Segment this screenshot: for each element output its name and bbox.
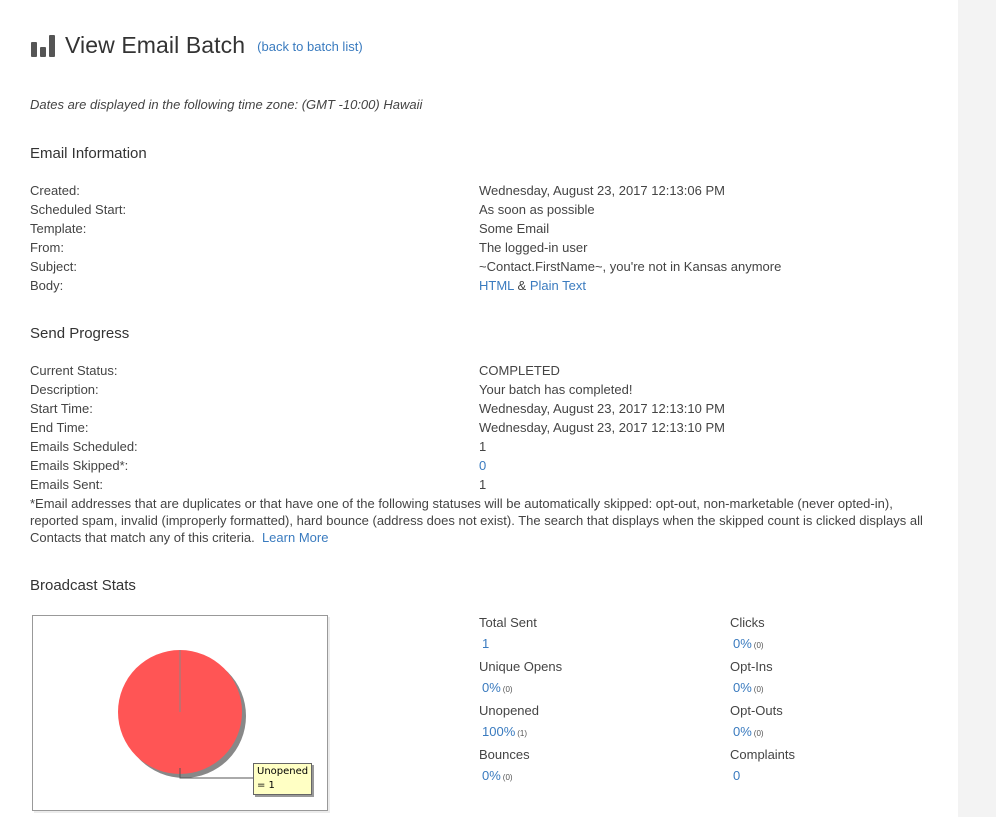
- info-label: Template:: [30, 221, 87, 236]
- stat-label: Unopened: [479, 703, 539, 718]
- info-value: Wednesday, August 23, 2017 12:13:06 PM: [479, 183, 725, 198]
- info-label: Scheduled Start:: [30, 202, 127, 217]
- stat-label: Unique Opens: [479, 659, 563, 674]
- progress-row-emails-sent: Emails Sent: 1: [30, 475, 950, 494]
- progress-row-current-status: Current Status: COMPLETED: [30, 361, 950, 380]
- progress-row-emails-scheduled: Emails Scheduled: 1: [30, 437, 950, 456]
- page-title: View Email Batch: [65, 31, 246, 58]
- info-value: HTML & Plain Text: [479, 276, 586, 295]
- progress-value: 1: [479, 477, 487, 492]
- stat-label: Total Sent: [479, 615, 537, 630]
- right-side-panel: [958, 0, 996, 817]
- progress-row-start-time: Start Time: Wednesday, August 23, 2017 1…: [30, 399, 950, 418]
- progress-row-end-time: End Time: Wednesday, August 23, 2017 12:…: [30, 418, 950, 437]
- progress-value: COMPLETED: [479, 363, 560, 378]
- skipped-footnote: *Email addresses that are duplicates or …: [30, 495, 930, 546]
- stat-count: (0): [502, 685, 513, 694]
- info-row-created: Created: Wednesday, August 23, 2017 12:1…: [30, 181, 950, 200]
- unique-opens-link[interactable]: 0%: [482, 680, 501, 695]
- stat-count: (0): [753, 641, 764, 650]
- stat-value-wrap: 0% (0): [482, 768, 513, 786]
- stat-count: (0): [502, 773, 513, 782]
- opt-outs-link[interactable]: 0%: [733, 724, 752, 739]
- info-value: The logged-in user: [479, 240, 588, 255]
- opt-ins-link[interactable]: 0%: [733, 680, 752, 695]
- stat-count: (0): [753, 729, 764, 738]
- progress-value: Wednesday, August 23, 2017 12:13:10 PM: [479, 401, 725, 416]
- progress-value: 1: [479, 439, 487, 454]
- stat-value-wrap: 0% (0): [733, 724, 764, 742]
- stat-value-wrap: 100% (1): [482, 724, 527, 742]
- bounces-link[interactable]: 0%: [482, 768, 501, 783]
- info-label: Subject:: [30, 259, 77, 274]
- broadcast-stats-heading: Broadcast Stats: [30, 577, 136, 594]
- pie-chart: Unopened = 1: [32, 615, 328, 811]
- emails-skipped-link[interactable]: 0: [479, 456, 486, 475]
- info-label: Body:: [30, 278, 64, 293]
- stat-label: Complaints: [730, 747, 796, 762]
- progress-label: Start Time:: [30, 401, 93, 416]
- clicks-link[interactable]: 0%: [733, 636, 752, 651]
- info-row-subject: Subject: ~Contact.FirstName~, you're not…: [30, 257, 950, 276]
- learn-more-link[interactable]: Learn More: [262, 530, 328, 545]
- send-progress-table: Current Status: COMPLETED Description: Y…: [30, 361, 950, 494]
- progress-label: Current Status:: [30, 363, 118, 378]
- body-plain-text-link[interactable]: Plain Text: [530, 278, 586, 293]
- stat-value-wrap: 0: [733, 768, 740, 784]
- stat-value-wrap: 0% (0): [733, 680, 764, 698]
- info-value: ~Contact.FirstName~, you're not in Kansa…: [479, 259, 782, 274]
- body-html-link[interactable]: HTML: [479, 278, 514, 293]
- email-information-heading: Email Information: [30, 145, 147, 162]
- info-label: From:: [30, 240, 64, 255]
- progress-row-description: Description: Your batch has completed!: [30, 380, 950, 399]
- send-progress-heading: Send Progress: [30, 325, 130, 342]
- stat-count: (0): [753, 685, 764, 694]
- progress-value: Wednesday, August 23, 2017 12:13:10 PM: [479, 420, 725, 435]
- progress-row-emails-skipped: Emails Skipped*: 0: [30, 456, 950, 475]
- info-row-from: From: The logged-in user: [30, 238, 950, 257]
- footnote-text: *Email addresses that are duplicates or …: [30, 496, 923, 545]
- stat-label: Opt-Outs: [730, 703, 783, 718]
- bar-chart-icon: [31, 33, 57, 57]
- progress-label: End Time:: [30, 420, 89, 435]
- page-header: View Email Batch (back to batch list): [30, 30, 363, 60]
- email-information-table: Created: Wednesday, August 23, 2017 12:1…: [30, 181, 950, 295]
- progress-label: Emails Skipped*:: [30, 458, 129, 473]
- info-value: Some Email: [479, 221, 550, 236]
- stat-value-wrap: 0% (0): [482, 680, 513, 698]
- complaints-link[interactable]: 0: [733, 768, 740, 783]
- pie-tooltip: Unopened = 1: [253, 763, 313, 795]
- info-row-template: Template: Some Email: [30, 219, 950, 238]
- info-row-body: Body: HTML & Plain Text: [30, 276, 950, 295]
- timezone-note: Dates are displayed in the following tim…: [30, 97, 423, 112]
- stat-value-wrap: 1: [482, 636, 489, 652]
- total-sent-link[interactable]: 1: [482, 636, 489, 651]
- progress-label: Description:: [30, 382, 99, 397]
- progress-value: Your batch has completed!: [479, 382, 633, 397]
- stat-label: Clicks: [730, 615, 765, 630]
- body-separator: &: [513, 278, 530, 293]
- stat-count: (1): [517, 729, 528, 738]
- stat-label: Bounces: [479, 747, 530, 762]
- stat-value-wrap: 0% (0): [733, 636, 764, 654]
- unopened-link[interactable]: 100%: [482, 724, 515, 739]
- info-label: Created:: [30, 183, 80, 198]
- info-value: As soon as possible: [479, 202, 595, 217]
- info-row-scheduled-start: Scheduled Start: As soon as possible: [30, 200, 950, 219]
- stat-label: Opt-Ins: [730, 659, 773, 674]
- progress-label: Emails Scheduled:: [30, 439, 138, 454]
- progress-label: Emails Sent:: [30, 477, 103, 492]
- back-to-batch-list-link[interactable]: (back to batch list): [257, 39, 363, 54]
